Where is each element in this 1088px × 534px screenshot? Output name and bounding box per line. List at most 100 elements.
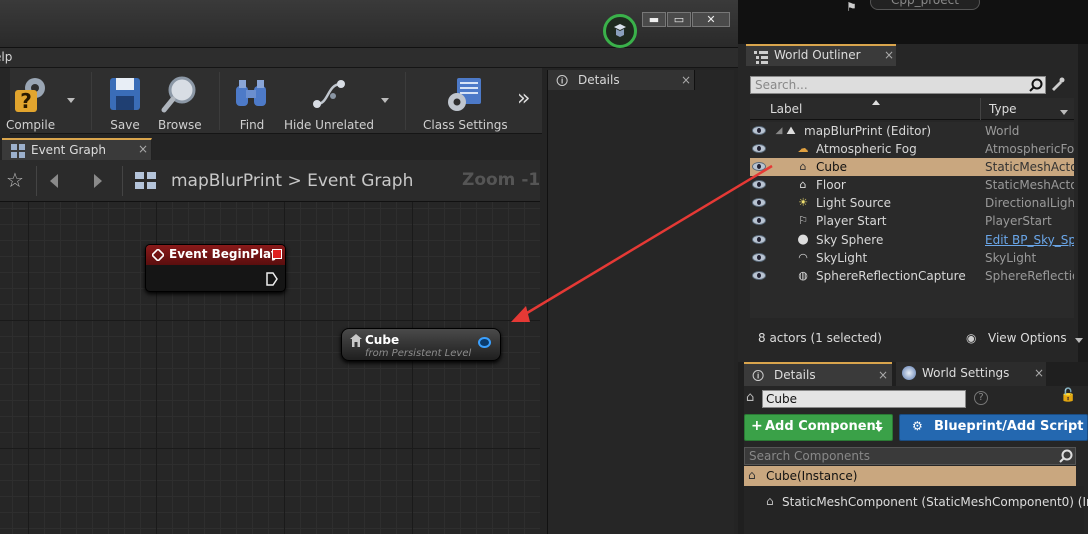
outliner-row-skylight[interactable]: ◠ SkyLight SkyLight [750, 249, 1074, 267]
tab-close-icon[interactable]: × [878, 368, 888, 382]
outliner-scrollbar[interactable] [1078, 44, 1088, 362]
breadcrumb-leaf[interactable]: Event Graph [307, 171, 413, 191]
event-beginplay-node[interactable]: Event BeginPlay [145, 244, 286, 292]
row-label: mapBlurPrint (Editor) [804, 124, 932, 138]
row-label: Atmospheric Fog [816, 142, 917, 156]
menu-help[interactable]: elp [0, 50, 12, 64]
event-diamond-icon [152, 249, 164, 261]
graph-breadcrumb-icon [135, 172, 156, 189]
column-label-header[interactable]: Label [770, 102, 802, 116]
add-component-button[interactable]: + Add Component [744, 414, 893, 441]
visibility-eye-icon[interactable] [752, 253, 766, 262]
visibility-eye-icon[interactable] [752, 180, 766, 189]
search-components-placeholder: Search Components [749, 449, 870, 463]
breadcrumb-separator: > [287, 171, 302, 191]
visibility-eye-icon[interactable] [752, 198, 766, 207]
compile-options-chevron-icon[interactable] [67, 98, 75, 103]
class-settings-icon [448, 78, 482, 111]
row-type: DirectionalLight [985, 196, 1074, 210]
outliner-row-sphere-reflection-capture[interactable]: ◍ SphereReflectionCapture SphereReflecti… [750, 267, 1074, 285]
exec-output-pin-icon[interactable] [266, 272, 278, 286]
outliner-row-world[interactable]: ◢ ⛰ mapBlurPrint (Editor) World [750, 122, 1074, 140]
breadcrumb: mapBlurPrint > Event Graph [171, 171, 413, 191]
search-components-input[interactable]: Search Components [744, 447, 1076, 465]
visibility-eye-icon[interactable] [752, 162, 766, 171]
tab-event-graph-label: Event Graph [31, 143, 106, 157]
type-column-chevron-down-icon[interactable] [1060, 110, 1068, 115]
sphere-icon: ● [797, 232, 809, 247]
svg-text:?: ? [20, 89, 32, 113]
row-label: Cube [816, 160, 847, 174]
breadcrumb-root[interactable]: mapBlurPrint [171, 171, 282, 191]
outliner-row-light-source[interactable]: ☀ Light Source DirectionalLight [750, 194, 1074, 212]
outliner-icon [754, 51, 768, 64]
component-instance-row[interactable]: ⌂ Cube(Instance) [744, 466, 1076, 486]
tab-world-outliner[interactable]: World Outliner × [746, 44, 896, 66]
static-mesh-actor-icon: ⌂ [799, 178, 807, 191]
project-label: Cpp_proect [870, 0, 980, 10]
tab-close-icon[interactable]: × [138, 142, 148, 156]
edit-blueprint-link[interactable]: Edit BP_Sky_Sphere [985, 233, 1074, 247]
class-settings-button[interactable]: Class Settings [423, 74, 508, 132]
visibility-eye-icon[interactable] [752, 271, 766, 280]
hide-unrelated-chevron-icon[interactable] [381, 98, 389, 103]
outliner-settings-icon[interactable] [1050, 77, 1068, 93]
tab-close-icon[interactable]: × [681, 73, 691, 87]
tab-world-settings[interactable]: World Settings × [896, 362, 1046, 386]
outliner-row-atmospheric-fog[interactable]: ☁ Atmospheric Fog AtmosphericFog [750, 140, 1074, 158]
view-options-chevron-down-icon[interactable] [1075, 338, 1083, 343]
tab-close-icon[interactable]: × [1034, 366, 1044, 380]
browse-label: Browse [158, 118, 202, 132]
help-icon[interactable]: ? [974, 391, 988, 405]
blueprint-add-script-button[interactable]: ⚙ Blueprint/Add Script [899, 414, 1088, 441]
save-button[interactable]: Save [107, 74, 143, 132]
forward-arrow-icon[interactable] [88, 172, 106, 190]
minimize-button[interactable]: ▬ [642, 12, 666, 27]
view-options-button[interactable]: View Options [988, 331, 1067, 345]
graph-header: ☆ mapBlurPrint > Event Graph Zoom -1 [0, 160, 540, 202]
row-label: Sky Sphere [816, 233, 884, 247]
static-mesh-component-label[interactable]: StaticMeshComponent (StaticMeshComponent… [782, 495, 1088, 509]
outliner-column-header: Label Type [750, 98, 1074, 120]
visibility-eye-icon[interactable] [752, 144, 766, 153]
actor-house-icon [350, 334, 362, 347]
compile-button[interactable]: ? Compile [6, 74, 55, 132]
outliner-row-player-start[interactable]: ⚐ Player Start PlayerStart [750, 212, 1074, 230]
outliner-row-floor[interactable]: ⌂ Floor StaticMeshActor [750, 176, 1074, 194]
lock-icon[interactable]: 🔓 [1060, 388, 1076, 403]
hide-unrelated-button[interactable]: Hide Unrelated [284, 74, 374, 132]
outliner-search-input[interactable]: Search... [750, 76, 1046, 94]
details-info-icon: 🛈 [752, 369, 765, 383]
actor-name-input[interactable]: Cube [762, 390, 966, 408]
column-type-header[interactable]: Type [989, 102, 1017, 116]
back-arrow-icon[interactable] [46, 172, 64, 190]
browse-button[interactable]: Browse [158, 74, 202, 132]
row-type: SphereReflectionCapture [985, 269, 1074, 283]
tab-event-graph[interactable]: Event Graph × [2, 138, 152, 160]
ue-logo-icon[interactable] [603, 14, 637, 48]
toolbar-overflow-button[interactable]: » [517, 86, 530, 111]
eye-icon: ◉ [966, 331, 977, 345]
find-button[interactable]: Find [232, 74, 272, 132]
visibility-eye-icon[interactable] [752, 216, 766, 225]
tab-close-icon[interactable]: × [884, 48, 894, 62]
maximize-button[interactable]: ▭ [667, 12, 691, 27]
cube-reference-node[interactable]: Cube from Persistent Level [341, 328, 501, 361]
tab-actor-details[interactable]: 🛈 Details × [744, 362, 892, 386]
node-header: Event BeginPlay [146, 245, 285, 265]
visibility-eye-icon[interactable] [752, 235, 766, 244]
outliner-row-sky-sphere[interactable]: ● Sky Sphere Edit BP_Sky_Sphere [750, 231, 1074, 249]
tab-details[interactable]: 🛈 Details × [548, 70, 695, 90]
static-mesh-actor-icon: ⌂ [799, 160, 807, 173]
visibility-eye-icon[interactable] [752, 126, 766, 135]
object-output-pin-icon[interactable] [478, 337, 491, 348]
blueprint-details-panel: 🛈 Details × [547, 70, 734, 534]
blueprint-gears-icon: ⚙ [912, 419, 923, 433]
favorite-star-icon[interactable]: ☆ [6, 170, 24, 190]
outliner-row-cube[interactable]: ⌂ Cube StaticMeshActor [750, 158, 1074, 176]
search-icon[interactable] [1029, 78, 1043, 92]
row-label: Player Start [816, 214, 887, 228]
search-icon[interactable] [1059, 449, 1073, 463]
delegate-pin-icon[interactable] [272, 249, 282, 259]
close-button[interactable]: ✕ [692, 12, 730, 27]
